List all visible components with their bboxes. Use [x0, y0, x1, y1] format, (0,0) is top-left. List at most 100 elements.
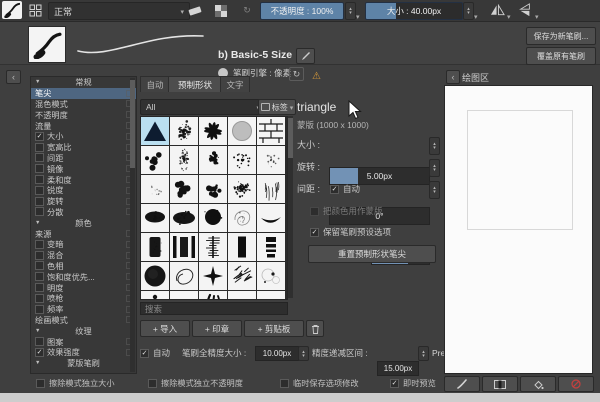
- option-section-header[interactable]: ▼ 纹理: [31, 325, 136, 336]
- brush-tip-dots-three[interactable]: [257, 291, 285, 299]
- option-checkbox[interactable]: [35, 304, 44, 314]
- color-as-mask-checkbox[interactable]: [310, 207, 319, 216]
- brush-tip-bar-stack[interactable]: [257, 233, 285, 261]
- option-section-header[interactable]: ▼ 常规: [31, 77, 136, 88]
- option-row[interactable]: 混合: [31, 250, 136, 261]
- option-row[interactable]: 锐度: [31, 185, 136, 196]
- brush-tip-spine[interactable]: [199, 233, 227, 261]
- rename-preset-button[interactable]: [296, 48, 315, 64]
- options-scrollbar[interactable]: [130, 78, 135, 372]
- option-checkbox[interactable]: [35, 337, 44, 347]
- footer-checkbox[interactable]: [280, 378, 289, 388]
- eraser-mode-button[interactable]: [186, 3, 204, 18]
- option-row[interactable]: 镜像: [31, 163, 136, 174]
- opacity-spinner[interactable]: [345, 2, 356, 20]
- brush-tip-speckle-faint[interactable]: [141, 175, 169, 203]
- tip-spacing-spinner[interactable]: [429, 181, 440, 199]
- brush-tip-strokes-thin[interactable]: [257, 175, 285, 203]
- brush-tip-scratch-dense[interactable]: [228, 262, 256, 290]
- option-row[interactable]: 喷枪: [31, 293, 136, 304]
- brush-tip-leaf[interactable]: [199, 117, 227, 145]
- fade-interval-input[interactable]: 15.00px: [377, 361, 419, 376]
- scratchpad-fill-button[interactable]: [520, 376, 556, 392]
- brush-tip-speckle-light[interactable]: [257, 146, 285, 174]
- option-checkbox[interactable]: [35, 196, 44, 206]
- full-precision-spinner[interactable]: [298, 346, 309, 361]
- option-checkbox[interactable]: [35, 142, 44, 152]
- brush-tip-smear-flat[interactable]: [228, 291, 256, 299]
- option-row[interactable]: 不透明度: [31, 109, 136, 120]
- option-row[interactable]: 效果强度: [31, 347, 136, 358]
- scratchpad-canvas[interactable]: [444, 85, 593, 374]
- brush-tip-claws[interactable]: [199, 291, 227, 299]
- keep-preset-checkbox[interactable]: [310, 228, 319, 237]
- brush-editor-toggle-button[interactable]: [2, 1, 22, 19]
- precision-auto-checkbox[interactable]: [140, 348, 149, 358]
- tab-text[interactable]: 文字: [220, 76, 250, 92]
- option-row[interactable]: 间距: [31, 153, 136, 164]
- option-section-header[interactable]: ▼ 颜色: [31, 217, 136, 228]
- brush-tip-dots-big[interactable]: [141, 146, 169, 174]
- reload-engine-button[interactable]: [289, 67, 304, 81]
- option-checkbox[interactable]: [35, 175, 44, 185]
- tip-grid-scrollbar[interactable]: [288, 116, 293, 298]
- option-checkbox[interactable]: [35, 131, 44, 141]
- option-row[interactable]: 流量: [31, 120, 136, 131]
- stamp-tip-button[interactable]: + 印章: [192, 320, 242, 337]
- tab-auto[interactable]: 自动: [140, 76, 170, 92]
- option-row[interactable]: 分散: [31, 207, 136, 218]
- tag-filter-select[interactable]: All: [140, 99, 266, 115]
- size-slider[interactable]: 大小 : 40.00px: [365, 2, 463, 20]
- spacing-auto-checkbox[interactable]: [330, 185, 339, 194]
- brush-tip-circle[interactable]: [228, 117, 256, 145]
- size-options-caret[interactable]: [474, 6, 482, 14]
- option-row[interactable]: 柔和度: [31, 174, 136, 185]
- tip-search-input[interactable]: [140, 302, 288, 315]
- blending-mode-select[interactable]: 正常: [48, 2, 190, 20]
- brush-tip-blob-wide[interactable]: [170, 204, 198, 232]
- overwrite-brush-button[interactable]: 覆盖原有笔刷: [526, 47, 596, 65]
- reset-predefined-tip-button[interactable]: 重置预制形状笔尖: [308, 245, 436, 263]
- tip-size-spinner[interactable]: [429, 137, 440, 155]
- brush-tip-texture-column[interactable]: [170, 146, 198, 174]
- option-row[interactable]: 笔尖: [31, 87, 136, 99]
- option-row[interactable]: 明度: [31, 282, 136, 293]
- option-checkbox[interactable]: [35, 250, 44, 260]
- mirror-vertical-button[interactable]: [516, 2, 534, 18]
- option-checkbox[interactable]: [35, 283, 44, 293]
- brush-tip-blob[interactable]: [141, 204, 169, 232]
- scratchpad-clear-button[interactable]: [558, 376, 594, 392]
- brush-tip-scribble-dense[interactable]: [228, 175, 256, 203]
- save-new-brush-button[interactable]: 保存为新笔刷...: [526, 27, 596, 45]
- brush-tip-splatter[interactable]: [199, 146, 227, 174]
- option-row[interactable]: 混色模式: [31, 99, 136, 110]
- brush-tip-smoke[interactable]: [170, 117, 198, 145]
- option-row[interactable]: 大小: [31, 131, 136, 142]
- scratchpad-gradient-button[interactable]: [482, 376, 518, 392]
- import-tip-button[interactable]: + 导入: [140, 320, 190, 337]
- option-section-header[interactable]: ▼ 蒙版笔刷: [31, 358, 136, 369]
- options-scrollbar-thumb[interactable]: [130, 80, 135, 168]
- scratchpad-paint-button[interactable]: [444, 376, 480, 392]
- option-checkbox[interactable]: [35, 185, 44, 195]
- left-scratchpad-toggle-button[interactable]: [6, 70, 21, 84]
- option-checkbox[interactable]: [35, 347, 44, 357]
- clipboard-tip-button[interactable]: + 剪贴板: [244, 320, 304, 337]
- option-row[interactable]: 频率: [31, 304, 136, 315]
- preset-chooser-button[interactable]: [27, 3, 44, 18]
- preserve-alpha-button[interactable]: [212, 3, 230, 18]
- option-row[interactable]: 变暗: [31, 239, 136, 250]
- tip-rotation-spinner[interactable]: [429, 159, 440, 177]
- mirror-horizontal-button[interactable]: [488, 2, 506, 18]
- brush-tip-dots-cluster[interactable]: [199, 175, 227, 203]
- option-row[interactable]: 宽高比: [31, 142, 136, 153]
- fade-interval-spinner[interactable]: [418, 346, 429, 361]
- option-row[interactable]: 来源: [31, 228, 136, 239]
- option-checkbox[interactable]: [35, 261, 44, 271]
- tip-size-input[interactable]: 5.00px: [329, 167, 430, 185]
- instant-preview-checkbox[interactable]: [390, 378, 399, 388]
- brush-tip-crescent[interactable]: [257, 204, 285, 232]
- option-checkbox[interactable]: [35, 239, 44, 249]
- brush-tip-swirl-light[interactable]: [228, 204, 256, 232]
- option-row[interactable]: 绘画模式: [31, 315, 136, 326]
